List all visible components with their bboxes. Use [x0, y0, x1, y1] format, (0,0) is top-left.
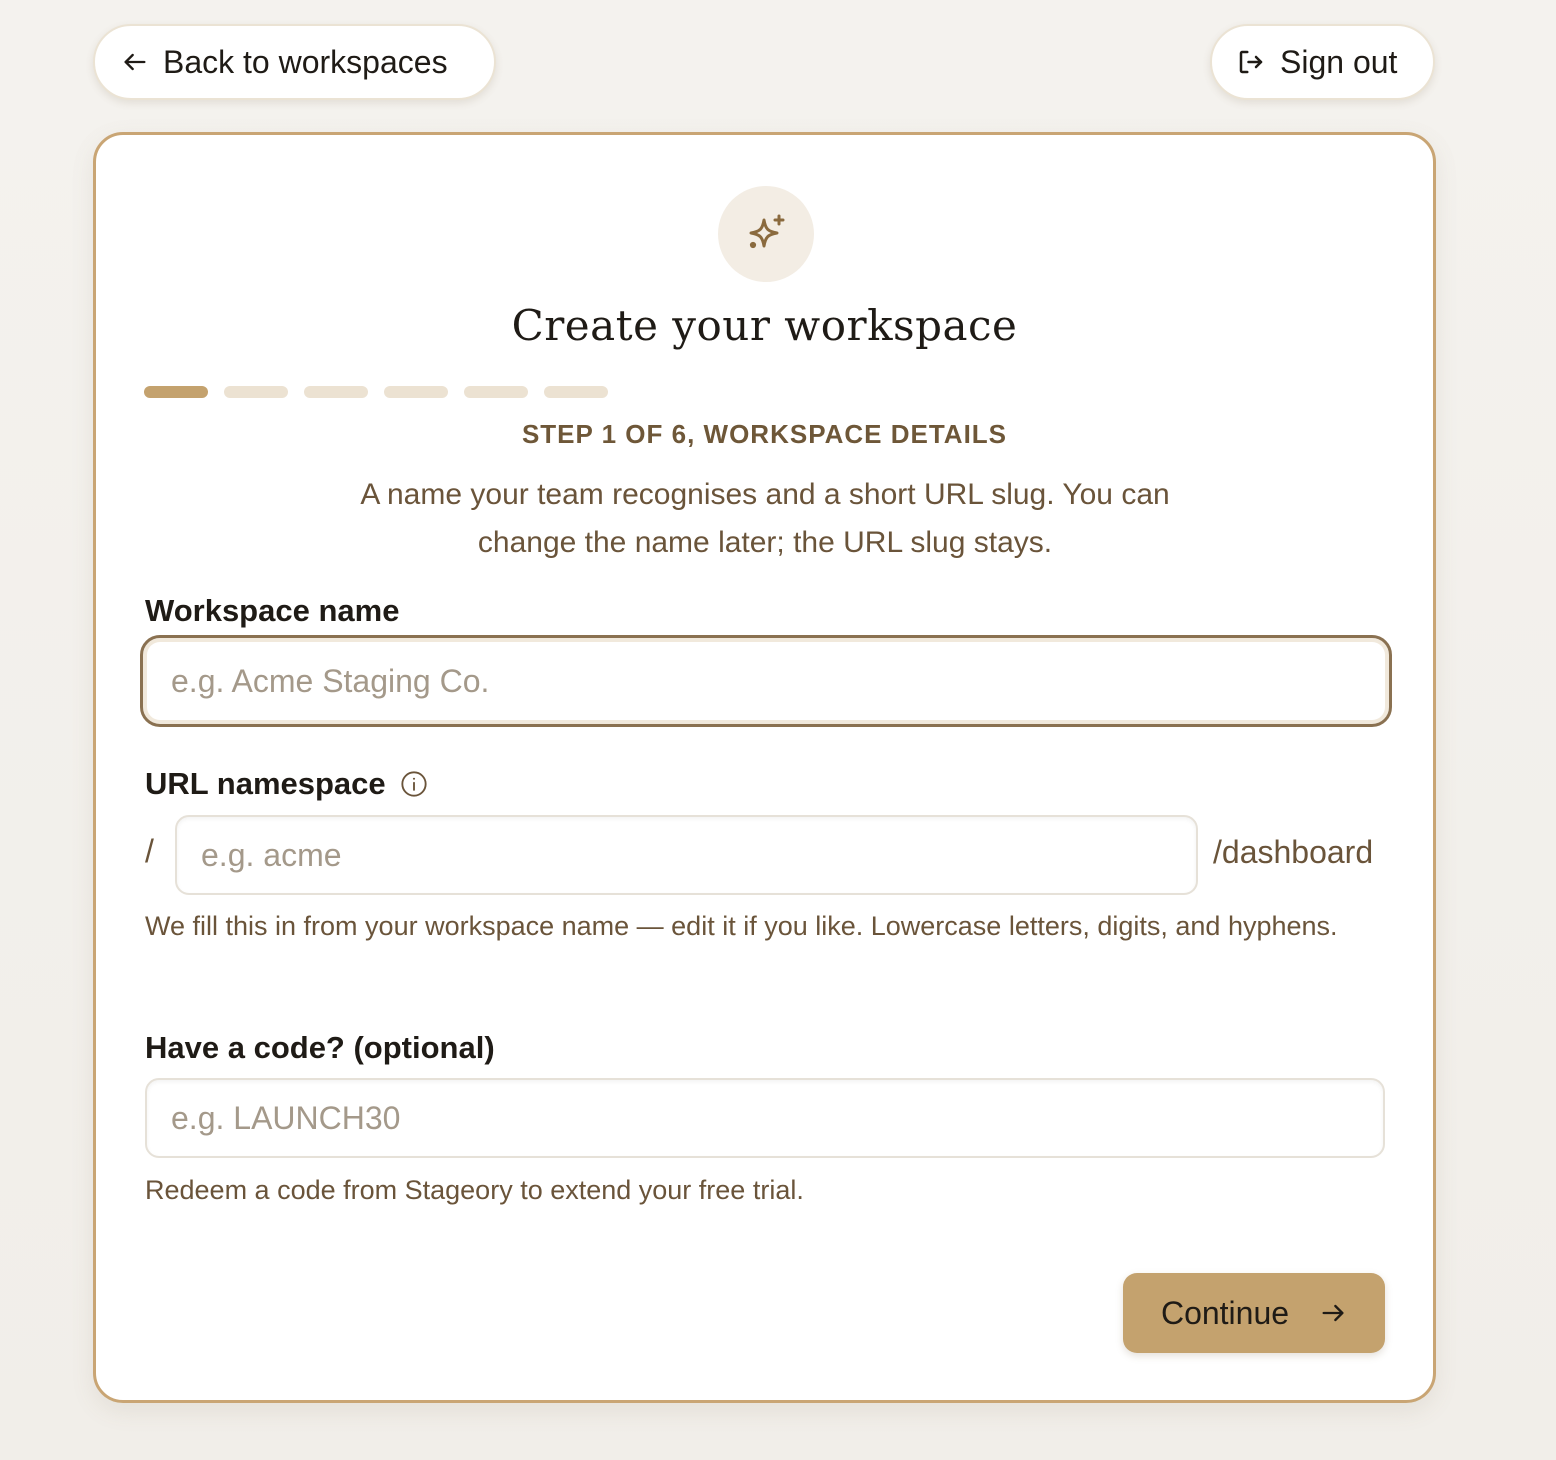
continue-label: Continue	[1160, 1294, 1290, 1331]
step-progress	[144, 386, 608, 398]
back-to-workspaces-button[interactable]: Back to workspaces	[93, 24, 496, 100]
progress-segment-2	[224, 386, 288, 398]
progress-segment-3	[304, 386, 368, 398]
sign-out-icon	[1239, 50, 1263, 74]
info-icon[interactable]	[400, 770, 428, 798]
workspace-name-label: Workspace name	[145, 593, 399, 629]
intro-text: A name your team recognises and a short …	[360, 478, 1170, 559]
progress-segment-1	[144, 386, 208, 398]
step-label: STEP 1 OF 6, WORKSPACE DETAILS	[521, 419, 1008, 449]
code-help: Redeem a code from Stageory to extend yo…	[145, 1175, 804, 1205]
sign-out-button[interactable]: Sign out	[1210, 24, 1435, 100]
code-input[interactable]	[145, 1078, 1385, 1158]
workspace-name-input[interactable]	[140, 635, 1392, 727]
sparkles-icon-badge	[718, 186, 814, 282]
url-namespace-label: URL namespace	[145, 766, 428, 802]
arrow-right-icon	[1322, 1304, 1344, 1322]
sign-out-label: Sign out	[1280, 43, 1398, 80]
url-prefix: /	[145, 833, 154, 869]
url-suffix: /dashboard	[1213, 834, 1374, 870]
url-namespace-input[interactable]	[175, 815, 1198, 895]
code-label: Have a code? (optional)	[145, 1030, 495, 1066]
back-to-workspaces-label: Back to workspaces	[163, 43, 448, 80]
continue-button[interactable]: Continue	[1123, 1273, 1385, 1353]
code-label-text: Have a code? (optional)	[145, 1030, 495, 1065]
progress-segment-4	[384, 386, 448, 398]
url-namespace-help: We fill this in from your workspace name…	[145, 911, 1338, 941]
progress-segment-6	[544, 386, 608, 398]
sparkles-icon	[749, 214, 785, 249]
create-workspace-card: Create your workspace STEP 1 OF 6, WORKS…	[93, 132, 1436, 1403]
url-namespace-label-text: URL namespace	[145, 766, 386, 801]
workspace-name-label-text: Workspace name	[145, 593, 400, 628]
page-title: Create your workspace	[511, 301, 1018, 350]
arrow-left-icon	[124, 53, 146, 71]
progress-segment-5	[464, 386, 528, 398]
